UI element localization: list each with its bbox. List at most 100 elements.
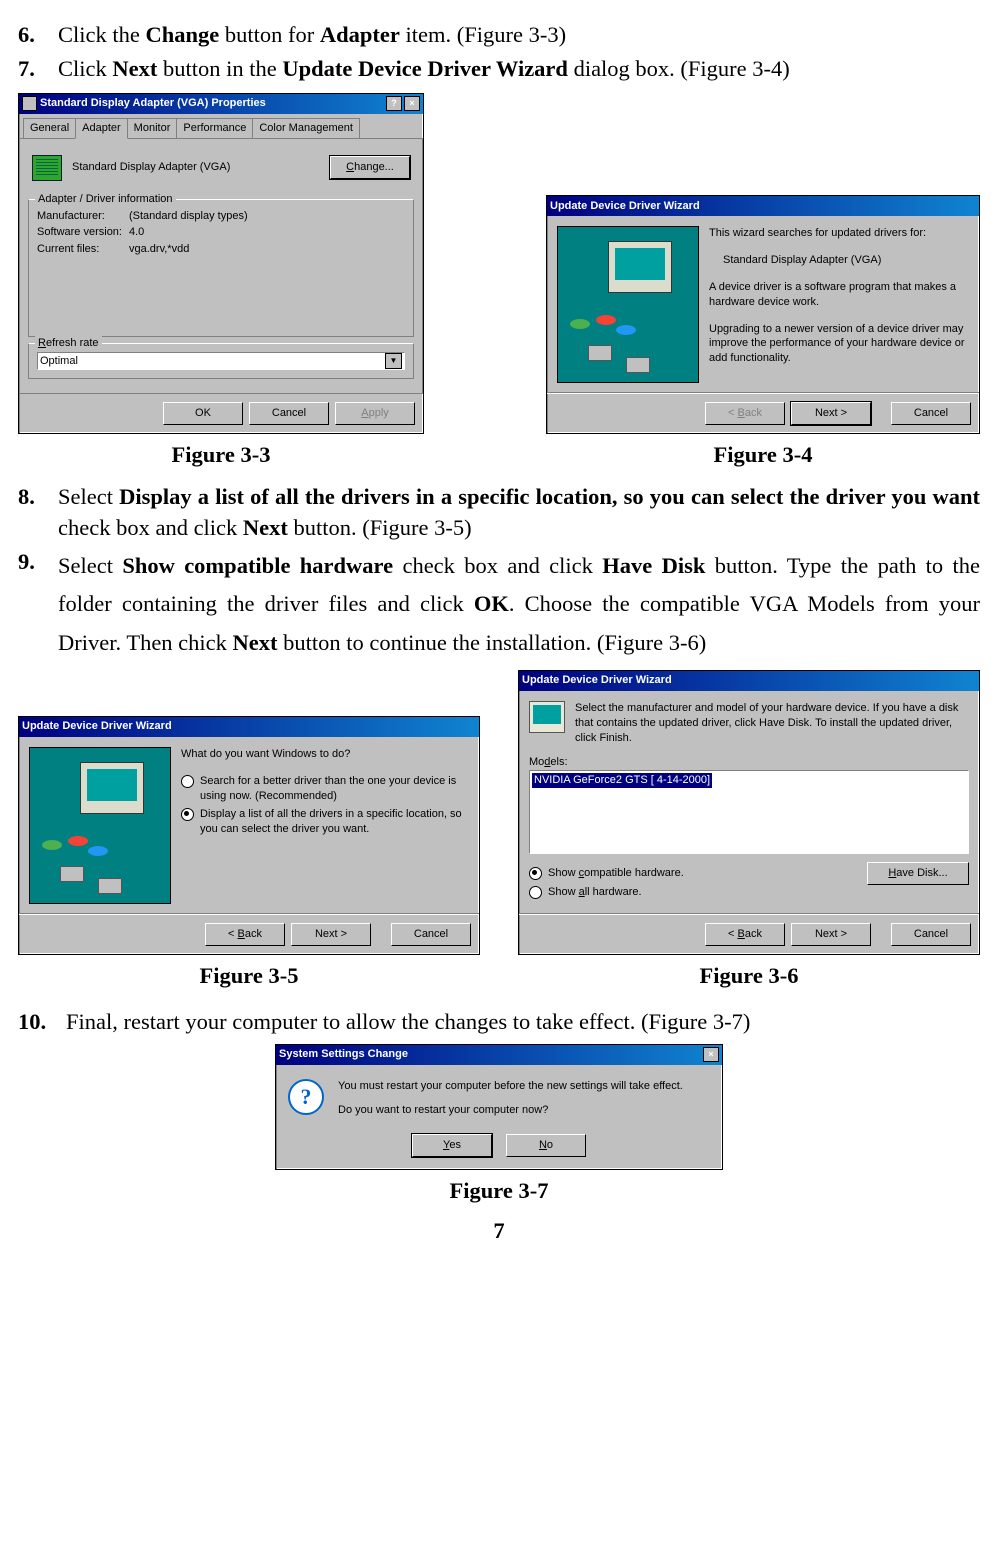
wizard-text: This wizard searches for updated drivers… (709, 226, 969, 383)
dialog-adapter-properties: Standard Display Adapter (VGA) Propertie… (18, 93, 424, 434)
next-button[interactable]: Next > (791, 923, 871, 946)
step-6-num: 6. (18, 20, 58, 50)
manufacturer-label: Manufacturer: (37, 209, 129, 224)
dialog-update-wizard-1: Update Device Driver Wizard This wizard … (546, 195, 980, 434)
yes-button[interactable]: Yes (412, 1134, 492, 1157)
figure-3-7: System Settings Change × ? You must rest… (18, 1044, 980, 1207)
step-6: 6. Click the Change button for Adapter i… (18, 20, 980, 50)
adapter-name: Standard Display Adapter (VGA) (72, 160, 330, 175)
radio-icon (529, 867, 542, 880)
close-button[interactable]: × (703, 1047, 719, 1062)
figure-3-5-caption: Figure 3-5 (200, 961, 299, 991)
dialog-title: Update Device Driver Wizard (550, 199, 700, 214)
intro-text: Select the manufacturer and model of you… (575, 701, 969, 746)
figure-3-3: Standard Display Adapter (VGA) Propertie… (18, 93, 424, 471)
dialog-title: Update Device Driver Wizard (522, 673, 672, 688)
titlebar: Update Device Driver Wizard (19, 717, 479, 737)
tabstrip: General Adapter Monitor Performance Colo… (19, 114, 423, 138)
radio-icon (529, 886, 542, 899)
figure-3-5: Update Device Driver Wizard What do you … (18, 716, 480, 991)
titlebar: Update Device Driver Wizard (519, 671, 979, 691)
figure-3-3-caption: Figure 3-3 (172, 440, 271, 470)
ok-button[interactable]: OK (163, 402, 243, 425)
dialog-title: Standard Display Adapter (VGA) Propertie… (40, 96, 266, 111)
have-disk-button[interactable]: Have Disk... (867, 862, 969, 885)
tab-general[interactable]: General (23, 118, 76, 138)
page-number: 7 (18, 1216, 980, 1246)
titlebar: Update Device Driver Wizard (547, 196, 979, 216)
adapter-icon (32, 155, 62, 181)
software-version-label: Software version: (37, 225, 129, 240)
radio-show-compatible[interactable]: Show compatible hardware. (529, 866, 867, 881)
radio-icon (181, 775, 194, 788)
radio-show-all[interactable]: Show all hardware. (529, 885, 867, 900)
step-7-body: Click Next button in the Update Device D… (58, 54, 980, 84)
question-icon: ? (288, 1079, 324, 1115)
dialog-icon (22, 96, 37, 111)
wizard-graphic (557, 226, 699, 383)
figure-3-6-caption: Figure 3-6 (700, 961, 799, 991)
cancel-button[interactable]: Cancel (891, 923, 971, 946)
change-button[interactable]: Change... (330, 156, 410, 179)
model-item[interactable]: NVIDIA GeForce2 GTS [ 4-14-2000] (532, 773, 712, 788)
figure-row-2: Update Device Driver Wizard What do you … (18, 670, 980, 991)
step-8-body: Select Display a list of all the drivers… (58, 482, 980, 543)
wizard-text: What do you want Windows to do? Search f… (181, 747, 469, 904)
step-8: 8. Select Display a list of all the driv… (18, 482, 980, 543)
step-6-body: Click the Change button for Adapter item… (58, 20, 980, 50)
cancel-button[interactable]: Cancel (391, 923, 471, 946)
figure-3-7-caption: Figure 3-7 (450, 1176, 549, 1206)
cancel-button[interactable]: Cancel (891, 402, 971, 425)
dialog-update-wizard-3: Update Device Driver Wizard Select the m… (518, 670, 980, 955)
dialog-update-wizard-2: Update Device Driver Wizard What do you … (18, 716, 480, 955)
refresh-rate-group: Refresh rate Optimal ▼ (28, 343, 414, 379)
titlebar: System Settings Change × (276, 1045, 722, 1065)
step-10-num: 10. (18, 1007, 66, 1037)
wizard-graphic (29, 747, 171, 904)
figure-row-1: Standard Display Adapter (VGA) Propertie… (18, 93, 980, 471)
tab-color-management[interactable]: Color Management (252, 118, 360, 138)
figure-3-4-caption: Figure 3-4 (714, 440, 813, 470)
refresh-rate-select[interactable]: Optimal ▼ (37, 352, 405, 370)
help-button[interactable]: ? (386, 96, 402, 111)
step-9: 9. Select Show compatible hardware check… (18, 547, 980, 662)
apply-button[interactable]: Apply (335, 402, 415, 425)
step-10-body: Final, restart your computer to allow th… (66, 1007, 980, 1037)
radio-icon (181, 808, 194, 821)
close-button[interactable]: × (404, 96, 420, 111)
adapter-driver-info-group: Adapter / Driver information Manufacture… (28, 199, 414, 338)
dialog-title: System Settings Change (279, 1047, 408, 1062)
radio-search-better[interactable]: Search for a better driver than the one … (181, 774, 469, 804)
figure-3-4: Update Device Driver Wizard This wizard … (546, 195, 980, 470)
back-button[interactable]: < Back (705, 923, 785, 946)
step-7-num: 7. (18, 54, 58, 84)
tab-performance[interactable]: Performance (176, 118, 253, 138)
models-label: Models: (529, 755, 969, 770)
next-button[interactable]: Next > (291, 923, 371, 946)
back-button[interactable]: < Back (205, 923, 285, 946)
message-text: You must restart your computer before th… (338, 1079, 710, 1119)
step-10: 10. Final, restart your computer to allo… (18, 1007, 980, 1037)
back-button[interactable]: < Back (705, 402, 785, 425)
tab-adapter[interactable]: Adapter (75, 118, 128, 139)
tab-monitor[interactable]: Monitor (127, 118, 178, 138)
next-button[interactable]: Next > (791, 402, 871, 425)
radio-display-list[interactable]: Display a list of all the drivers in a s… (181, 807, 469, 837)
dropdown-arrow-icon: ▼ (385, 353, 402, 369)
monitor-icon (529, 701, 565, 733)
models-listbox[interactable]: NVIDIA GeForce2 GTS [ 4-14-2000] (529, 770, 969, 854)
current-files-label: Current files: (37, 242, 129, 257)
no-button[interactable]: No (506, 1134, 586, 1157)
titlebar: Standard Display Adapter (VGA) Propertie… (19, 94, 423, 114)
dialog-system-settings-change: System Settings Change × ? You must rest… (275, 1044, 723, 1171)
manufacturer-value: (Standard display types) (129, 209, 248, 224)
dialog-title: Update Device Driver Wizard (22, 719, 172, 734)
software-version-value: 4.0 (129, 225, 144, 240)
step-9-body: Select Show compatible hardware check bo… (58, 547, 980, 662)
step-8-num: 8. (18, 482, 58, 543)
step-9-num: 9. (18, 547, 58, 662)
figure-3-6: Update Device Driver Wizard Select the m… (518, 670, 980, 991)
cancel-button[interactable]: Cancel (249, 402, 329, 425)
current-files-value: vga.drv,*vdd (129, 242, 189, 257)
step-7: 7. Click Next button in the Update Devic… (18, 54, 980, 84)
